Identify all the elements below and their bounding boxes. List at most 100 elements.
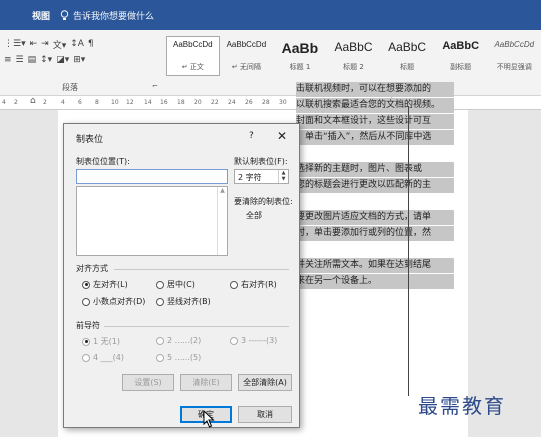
style-preview: AaBbC — [388, 40, 427, 54]
style-name: 标题 — [400, 63, 415, 71]
line-spacing-icon[interactable]: ↕▾ — [40, 55, 52, 65]
ruler-tick: 10 — [111, 99, 119, 106]
style-name: 标题 1 — [289, 63, 311, 71]
ruler-tick: 4 — [2, 99, 6, 106]
first-line-indent-marker[interactable]: ⌂ — [30, 96, 36, 106]
align-bar-radio[interactable]: 竖线对齐(B) — [156, 296, 211, 307]
borders-icon[interactable]: ⊞▾ — [73, 55, 85, 65]
dialog-title: 制表位 — [76, 135, 104, 145]
increase-indent-icon[interactable]: ⇥ — [41, 39, 49, 49]
paragraph-tools: ⋮☰▾ ⇤ ⇥ 文▾ ↕A ¶ ≡ ☰ ▤ ↕▾ ◪▾ ⊞▾ — [0, 36, 160, 86]
default-tab-stops-label: 默认制表位(F): — [234, 157, 288, 166]
style-name: 不明显强调 — [496, 63, 532, 71]
tab-view[interactable]: 视图 — [0, 9, 60, 22]
ruler-tick: 4 — [61, 99, 65, 106]
paragraph-row-2: ≡ ☰ ▤ ↕▾ ◪▾ ⊞▾ — [0, 52, 160, 68]
distribute-icon[interactable]: ▤ — [28, 55, 37, 65]
doc-line: 选择新的主题时，图片、图表或 — [296, 162, 454, 177]
ribbon: ⋮☰▾ ⇤ ⇥ 文▾ ↕A ¶ ≡ ☰ ▤ ↕▾ ◪▾ ⊞▾ 段落 ⌐ AaBb… — [0, 30, 541, 96]
lightbulb-icon — [60, 9, 69, 20]
tabs-dialog: 制表位 ? ✕ 制表位位置(T): ▲ 默认制表位(F): 2 字符 ▲ ▼ 要… — [63, 123, 300, 428]
radio-label: 2 ......(2) — [167, 336, 202, 345]
radio-dot — [82, 297, 90, 306]
show-marks-icon[interactable]: ¶ — [88, 39, 94, 49]
doc-line: 并关注所需文本。如果在达到结尾 — [296, 258, 454, 273]
radio-dot — [156, 353, 164, 362]
leader-5-radio[interactable]: 5 ......(5) — [156, 353, 201, 362]
ruler-tick: 12 — [126, 99, 134, 106]
ruler-tick: 8 — [95, 99, 99, 106]
shading-icon[interactable]: ◪▾ — [56, 55, 69, 65]
radio-label: 右对齐(R) — [241, 280, 277, 289]
ruler-tick: 28 — [262, 99, 270, 106]
spin-down-icon[interactable]: ▼ — [279, 176, 288, 182]
radio-dot — [156, 280, 164, 289]
justify-icon[interactable]: ☰ — [16, 55, 24, 65]
close-icon[interactable]: ✕ — [277, 129, 287, 143]
tab-stops-to-clear-label: 要清除的制表位: — [234, 197, 293, 206]
sort-icon[interactable]: ↕A — [70, 39, 84, 49]
tab-stop-list[interactable]: ▲ — [76, 186, 228, 256]
style-heading-2[interactable]: AaBbC 标题 2 — [327, 36, 381, 76]
leader-4-radio[interactable]: 4 ___(4) — [82, 353, 124, 362]
chinese-layout-icon[interactable]: 文▾ — [53, 38, 67, 51]
tab-stop-position-input[interactable] — [76, 169, 228, 184]
multilevel-list-icon[interactable]: ⋮☰▾ — [4, 39, 26, 49]
style-title[interactable]: AaBbC 标题 — [380, 36, 434, 76]
radio-dot — [82, 337, 90, 346]
default-tab-stops-value: 2 字符 — [238, 173, 262, 182]
mouse-cursor-icon — [203, 409, 215, 432]
align-decimal-radio[interactable]: 小数点对齐(D) — [82, 296, 145, 307]
style-name: 标题 2 — [343, 63, 364, 71]
align-right-radio[interactable]: 右对齐(R) — [230, 279, 277, 290]
doc-line: 您的标题会进行更改以匹配新的主 — [296, 178, 454, 193]
section-divider — [114, 269, 289, 270]
radio-dot — [156, 297, 164, 306]
ruler-tick: 26 — [245, 99, 253, 106]
style-preview: AaBb — [281, 40, 319, 56]
style-no-spacing[interactable]: AaBbCcDd ↵ 无间隔 — [220, 36, 274, 76]
clear-all-button[interactable]: 全部清除(A) — [238, 374, 292, 391]
ruler-tick: 30 — [279, 99, 287, 106]
watermark-text: 最需教育 — [418, 394, 506, 418]
style-normal[interactable]: AaBbCcDd ↵ 正文 — [166, 36, 220, 76]
document-text[interactable]: 击联机视频时，可以在想要添加的 以联机搜索最适合您的文档的视频。 封面和文本框设… — [296, 82, 454, 290]
radio-label: 左对齐(L) — [93, 280, 128, 289]
leader-1-radio[interactable]: 1 无(1) — [82, 336, 120, 347]
doc-line — [296, 146, 454, 161]
style-preview: AaBbC — [442, 40, 480, 52]
decrease-indent-icon[interactable]: ⇤ — [30, 39, 38, 49]
alignment-section-label: 对齐方式 — [76, 264, 108, 273]
style-subtitle[interactable]: AaBbC 副标题 — [434, 36, 488, 76]
leader-3-radio[interactable]: 3 ------(3) — [230, 336, 277, 345]
style-preview: AaBbCcDd — [226, 40, 267, 49]
section-divider — [104, 326, 289, 327]
default-tab-stops-spinner[interactable]: 2 字符 ▲ ▼ — [234, 169, 289, 184]
help-icon[interactable]: ? — [249, 131, 254, 141]
clear-button[interactable]: 清除(E) — [180, 374, 232, 391]
leader-2-radio[interactable]: 2 ......(2) — [156, 336, 201, 345]
ruler-tick: 24 — [228, 99, 236, 106]
cancel-button[interactable]: 取消 — [238, 406, 292, 423]
align-left-radio[interactable]: 左对齐(L) — [82, 279, 128, 290]
radio-label: 4 ___(4) — [93, 353, 124, 362]
list-scrollbar[interactable]: ▲ — [217, 187, 227, 255]
align-center-radio[interactable]: 居中(C) — [156, 279, 195, 290]
tell-me-box[interactable]: 告诉我你想要做什么 — [60, 9, 154, 22]
align-left-icon[interactable]: ≡ — [4, 55, 12, 65]
paragraph-launcher-icon[interactable]: ⌐ — [152, 82, 158, 90]
spinner-arrows[interactable]: ▲ ▼ — [278, 170, 288, 183]
radio-label: 5 ......(5) — [167, 353, 202, 362]
paragraph-row-1: ⋮☰▾ ⇤ ⇥ 文▾ ↕A ¶ — [0, 36, 160, 52]
scroll-up-icon[interactable]: ▲ — [218, 187, 227, 194]
ruler-tick: 18 — [177, 99, 185, 106]
doc-line: 以联机搜索最适合您的文档的视频。 — [296, 98, 454, 113]
styles-gallery: AaBbCcDd ↵ 正文 AaBbCcDd ↵ 无间隔 AaBb 标题 1 A… — [166, 36, 541, 76]
set-button[interactable]: 设置(S) — [122, 374, 174, 391]
ruler-tick: 22 — [211, 99, 219, 106]
style-subtle-emphasis[interactable]: AaBbCcDd 不明显强调 — [487, 36, 541, 76]
style-heading-1[interactable]: AaBb 标题 1 — [273, 36, 327, 76]
doc-line: 来在另一个设备上。 — [296, 274, 454, 289]
doc-line: 时，单击要添加行或列的位置，然 — [296, 226, 454, 241]
horizontal-ruler[interactable]: 4 2 ⌂ 2 4 6 8 10 12 14 16 18 20 22 24 26… — [0, 96, 541, 110]
